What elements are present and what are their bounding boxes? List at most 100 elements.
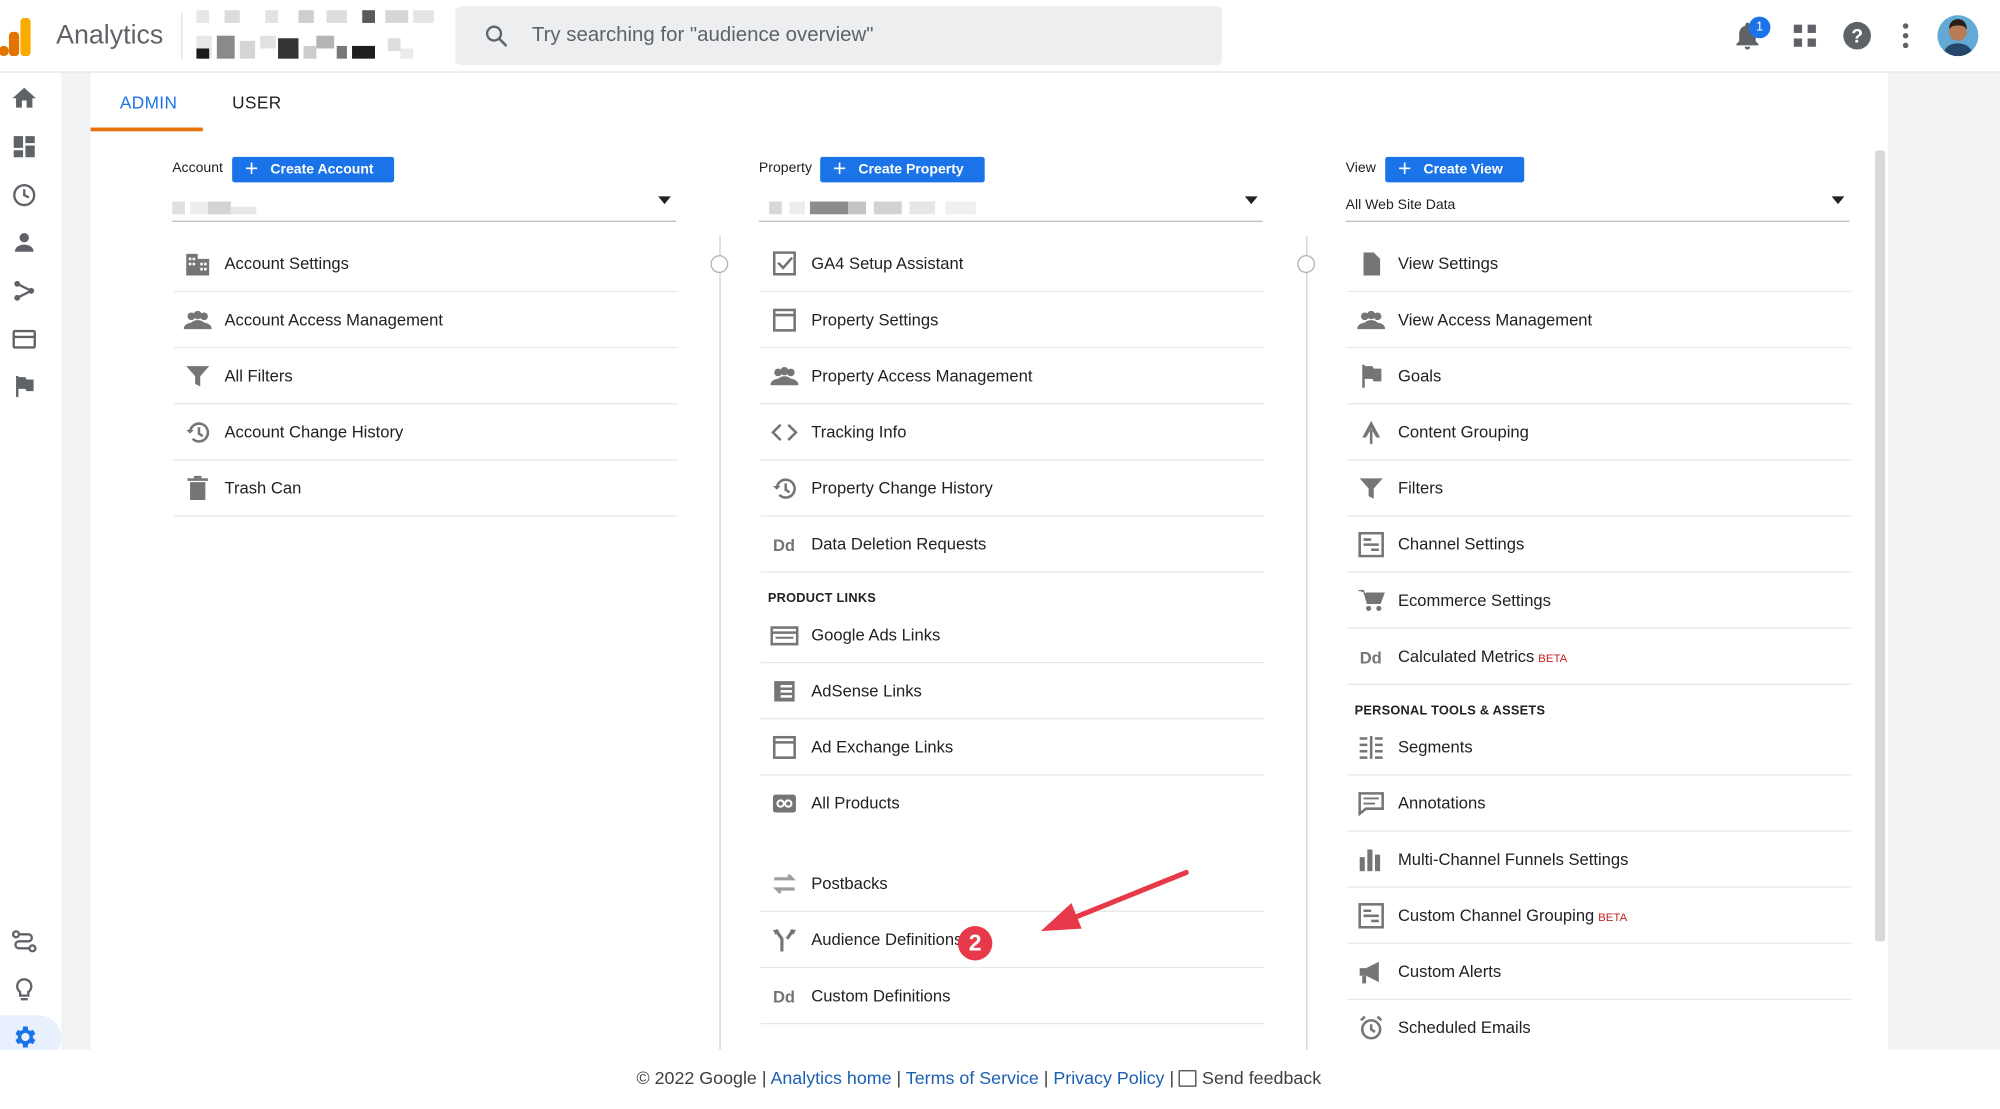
person-icon[interactable] <box>10 228 38 256</box>
view-selector[interactable]: All Web Site Data <box>1345 191 1850 222</box>
people-icon <box>1357 310 1386 330</box>
menu-item-label: Property Settings <box>811 309 939 330</box>
personal-tools-heading: PERSONAL TOOLS & ASSETS <box>1354 704 1546 719</box>
menu-item-tracking-info[interactable]: Tracking Info <box>760 404 1265 461</box>
create-view-button[interactable]: + Create View <box>1385 156 1525 183</box>
menu-item-label: Multi-Channel Funnels Settings <box>1397 849 1629 869</box>
menu-item-view-settings[interactable]: View Settings <box>1346 236 1851 293</box>
acquisition-icon[interactable] <box>10 277 38 305</box>
menu-item-channel-settings[interactable]: Channel Settings <box>1346 517 1851 573</box>
menu-item-account-settings[interactable]: Account Settings <box>173 236 678 293</box>
create-property-button[interactable]: + Create Property <box>820 156 985 183</box>
account-column-label: Account <box>172 160 223 177</box>
tab-admin[interactable]: ADMIN <box>120 93 177 112</box>
menu-item-view-access[interactable]: View Access Management <box>1346 292 1851 349</box>
menu-item-annotations[interactable]: Annotations <box>1346 776 1851 832</box>
menu-item-goals[interactable]: Goals <box>1346 348 1851 405</box>
terms-link[interactable]: Terms of Service <box>906 1068 1039 1088</box>
menu-item-custom-alerts[interactable]: Custom Alerts <box>1346 944 1851 1000</box>
home-icon[interactable] <box>10 84 38 112</box>
menu-item-calculated-metrics[interactable]: Dd Calculated Metrics BETA <box>1346 629 1851 685</box>
checkbox-icon <box>772 251 796 276</box>
menu-item-ecommerce-settings[interactable]: Ecommerce Settings <box>1346 573 1851 629</box>
menu-item-account-access[interactable]: Account Access Management <box>173 292 678 349</box>
menu-item-mcf-settings[interactable]: Multi-Channel Funnels Settings <box>1346 832 1851 888</box>
svg-text:?: ? <box>1851 26 1863 48</box>
conversions-flag-icon[interactable] <box>10 372 38 400</box>
arrow-right-circle-icon <box>710 255 729 273</box>
menu-item-label: Property Access Management <box>811 366 1033 386</box>
menu-item-content-grouping[interactable]: Content Grouping <box>1346 404 1851 461</box>
attribution-icon[interactable] <box>10 927 38 955</box>
help-icon[interactable]: ? <box>1841 19 1874 52</box>
channel-icon <box>1358 531 1384 558</box>
search-input[interactable] <box>531 15 1196 57</box>
menu-item-data-deletion[interactable]: Dd Data Deletion Requests <box>760 517 1265 573</box>
menu-item-all-products[interactable]: All Products <box>760 776 1264 832</box>
menu-item-property-change-history[interactable]: Property Change History <box>760 460 1265 517</box>
menu-item-adsense-links[interactable]: AdSense Links <box>760 663 1265 720</box>
menu-item-ad-exchange-links[interactable]: Ad Exchange Links <box>760 719 1265 776</box>
bar-chart-icon <box>1359 849 1381 872</box>
menu-item-property-settings[interactable]: Property Settings <box>760 292 1265 349</box>
menu-item-label: Custom Definitions <box>811 985 951 1006</box>
account-selector[interactable] <box>172 191 677 222</box>
avatar[interactable] <box>1937 15 1979 57</box>
fork-icon <box>772 928 796 952</box>
dropdown-caret-icon <box>1244 196 1258 205</box>
menu-item-scheduled-emails[interactable]: Scheduled Emails <box>1346 1000 1851 1057</box>
view-selected-value: All Web Site Data <box>1345 197 1456 214</box>
menu-item-account-change-history[interactable]: Account Change History <box>173 404 678 461</box>
lightbulb-icon[interactable] <box>10 976 38 1004</box>
menu-item-segments[interactable]: Segments <box>1346 719 1851 776</box>
beta-badge: BETA <box>1538 651 1568 665</box>
people-icon <box>183 310 212 330</box>
menu-item-label: Account Change History <box>224 422 404 442</box>
menu-item-custom-channel-grouping[interactable]: Custom Channel Grouping BETA <box>1346 888 1851 944</box>
view-column-label: View <box>1345 160 1376 177</box>
privacy-link[interactable]: Privacy Policy <box>1053 1068 1164 1088</box>
send-feedback-button[interactable]: Send feedback <box>1179 1068 1321 1088</box>
admin-gear-icon[interactable] <box>10 1023 38 1051</box>
menu-item-label: All Products <box>811 793 900 813</box>
menu-item-label: Calculated Metrics BETA <box>1397 646 1568 666</box>
menu-item-all-filters[interactable]: All Filters <box>173 348 678 405</box>
create-account-button[interactable]: + Create Account <box>232 155 395 183</box>
person-walk-icon <box>1362 420 1381 444</box>
adsense-icon <box>774 681 795 702</box>
analytics-logo-icon[interactable] <box>0 17 33 57</box>
more-vert-icon[interactable] <box>1889 19 1922 52</box>
annotation-arrow-icon <box>1040 869 1189 932</box>
account-path-redacted <box>194 8 439 26</box>
menu-item-ga4-setup[interactable]: GA4 Setup Assistant <box>760 236 1265 293</box>
tab-user[interactable]: USER <box>232 93 281 112</box>
search-icon <box>485 25 508 47</box>
analytics-home-link[interactable]: Analytics home <box>770 1068 891 1088</box>
menu-item-label: Data Deletion Requests <box>811 534 987 554</box>
left-nav-rail <box>0 72 62 1109</box>
dd-icon: Dd <box>773 536 795 555</box>
menu-item-label: Scheduled Emails <box>1397 1017 1531 1037</box>
account-name-redacted <box>194 35 439 59</box>
apps-grid-icon[interactable] <box>1788 19 1821 52</box>
account-picker[interactable] <box>194 8 439 62</box>
footer-separator: | <box>1043 1067 1049 1089</box>
property-selector[interactable] <box>758 191 1263 222</box>
menu-item-filters[interactable]: Filters <box>1346 460 1851 517</box>
menu-item-label: Channel Settings <box>1397 534 1525 554</box>
menu-item-property-access[interactable]: Property Access Management <box>760 348 1265 405</box>
plus-icon: + <box>244 155 259 182</box>
dashboard-icon[interactable] <box>10 133 38 161</box>
menu-item-trash-can[interactable]: Trash Can <box>173 460 678 517</box>
filter-icon <box>186 366 210 387</box>
panel-scrollbar[interactable] <box>1874 150 1886 942</box>
behavior-icon[interactable] <box>10 325 38 353</box>
menu-item-custom-definitions[interactable]: Dd Custom Definitions <box>760 968 1265 1025</box>
menu-item-label: Custom Alerts <box>1397 961 1502 981</box>
clock-icon[interactable] <box>10 181 38 209</box>
search-bar[interactable] <box>455 6 1222 66</box>
menu-item-google-ads-links[interactable]: Google Ads Links <box>760 607 1265 664</box>
doc-icon <box>1363 252 1381 276</box>
menu-item-label: Content Grouping <box>1397 422 1529 442</box>
postback-icon <box>772 873 796 894</box>
